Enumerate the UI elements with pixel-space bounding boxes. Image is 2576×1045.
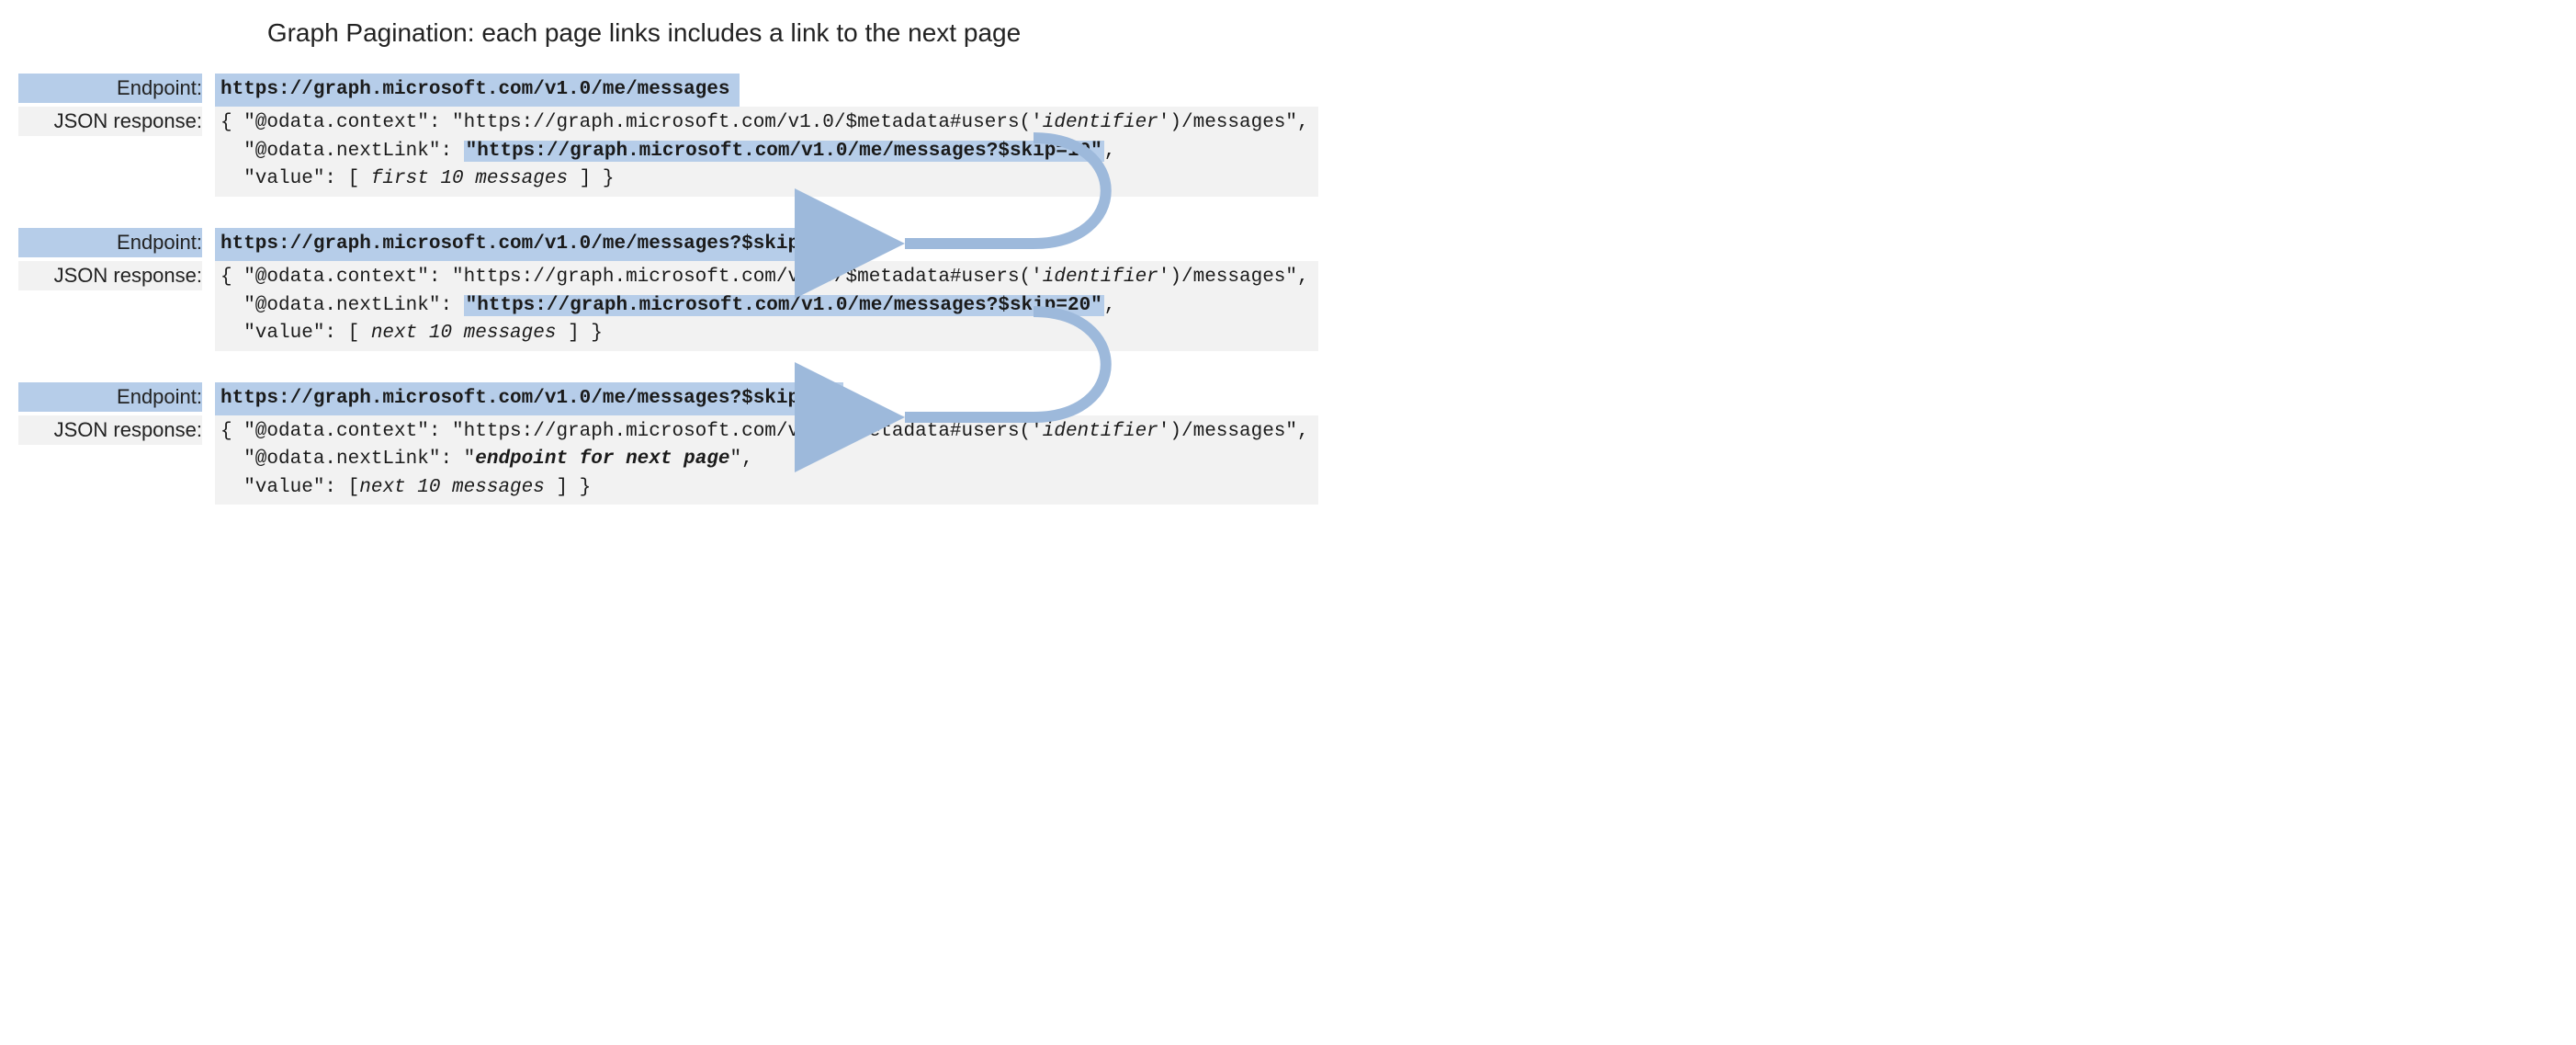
- json-row: JSON response: { "@odata.context": "http…: [18, 261, 1270, 350]
- json-label: JSON response:: [18, 261, 202, 290]
- endpoint-value: https://graph.microsoft.com/v1.0/me/mess…: [215, 228, 843, 261]
- json-body: { "@odata.context": "https://graph.micro…: [215, 107, 1318, 196]
- endpoint-row: Endpoint: https://graph.microsoft.com/v1…: [18, 228, 1270, 261]
- page-block-2: Endpoint: https://graph.microsoft.com/v1…: [18, 228, 1270, 351]
- json-label: JSON response:: [18, 415, 202, 445]
- endpoint-label: Endpoint:: [18, 228, 202, 257]
- json-body: { "@odata.context": "https://graph.micro…: [215, 415, 1318, 505]
- next-link-highlight: "https://graph.microsoft.com/v1.0/me/mes…: [464, 141, 1104, 162]
- next-link-placeholder: endpoint for next page: [475, 449, 729, 470]
- endpoint-label: Endpoint:: [18, 382, 202, 412]
- page-block-3: Endpoint: https://graph.microsoft.com/v1…: [18, 382, 1270, 505]
- page-block-1: Endpoint: https://graph.microsoft.com/v1…: [18, 74, 1270, 197]
- json-row: JSON response: { "@odata.context": "http…: [18, 415, 1270, 505]
- json-label: JSON response:: [18, 107, 202, 136]
- json-row: JSON response: { "@odata.context": "http…: [18, 107, 1270, 196]
- endpoint-value: https://graph.microsoft.com/v1.0/me/mess…: [215, 74, 740, 107]
- endpoint-row: Endpoint: https://graph.microsoft.com/v1…: [18, 74, 1270, 107]
- json-body: { "@odata.context": "https://graph.micro…: [215, 261, 1318, 350]
- endpoint-row: Endpoint: https://graph.microsoft.com/v1…: [18, 382, 1270, 415]
- diagram-title: Graph Pagination: each page links includ…: [18, 18, 1270, 48]
- endpoint-value: https://graph.microsoft.com/v1.0/me/mess…: [215, 382, 843, 415]
- endpoint-label: Endpoint:: [18, 74, 202, 103]
- next-link-highlight: "https://graph.microsoft.com/v1.0/me/mes…: [464, 295, 1104, 316]
- diagram-canvas: Graph Pagination: each page links includ…: [0, 0, 1288, 573]
